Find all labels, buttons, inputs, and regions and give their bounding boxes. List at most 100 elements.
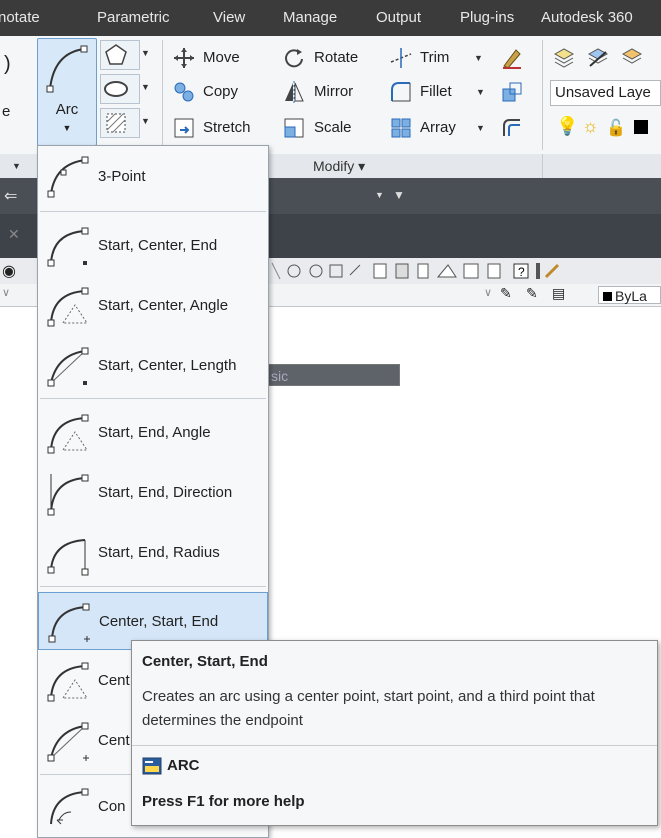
- array-button[interactable]: Array: [420, 118, 456, 138]
- layer-previous-icon[interactable]: ✎: [526, 285, 538, 302]
- mirror-button[interactable]: Mirror: [314, 82, 353, 102]
- arc-center-start-length-icon: [47, 722, 89, 762]
- trim-button[interactable]: Trim: [420, 48, 449, 68]
- tooltip-description: Creates an arc using a center point, sta…: [142, 688, 595, 729]
- polygon-dropdown-icon[interactable]: ▼: [141, 48, 150, 58]
- back-arrow-icon[interactable]: ⇐: [4, 186, 17, 206]
- layer-state-label: Unsaved Laye: [555, 84, 651, 101]
- fillet-button[interactable]: Fillet: [420, 82, 452, 102]
- tab-output[interactable]: Output: [376, 0, 421, 36]
- tooltip-help-hint: Press F1 for more help: [142, 793, 305, 810]
- tab-annotate[interactable]: notate: [0, 0, 40, 36]
- layer-state-icon[interactable]: [586, 46, 610, 70]
- arc-center-start-end-icon: [48, 603, 90, 643]
- arc-button-label: Arc: [55, 101, 79, 118]
- scale-button[interactable]: Scale: [314, 118, 352, 138]
- rotate-button[interactable]: Rotate: [314, 48, 358, 68]
- layer-color-swatch[interactable]: [634, 120, 648, 134]
- command-tooltip: Center, Start, End Creates an arc using …: [131, 640, 658, 826]
- hatch-dropdown-icon[interactable]: ▼: [141, 116, 150, 126]
- menu-item-start-end-direction[interactable]: Start, End, Direction: [38, 464, 268, 522]
- customize-toolbar-icon[interactable]: ▼: [393, 188, 405, 202]
- layer-state-dropdown[interactable]: Unsaved Laye: [550, 80, 661, 106]
- standard-toolbar-icons[interactable]: ?: [270, 261, 660, 281]
- tab-parametric[interactable]: Parametric: [97, 0, 170, 36]
- unlock-icon[interactable]: 🔓: [606, 118, 626, 138]
- menu-item-start-center-length[interactable]: Start, Center, Length: [38, 337, 268, 395]
- panel-divider: [542, 40, 543, 150]
- polygon-icon: [105, 44, 127, 65]
- hatch-icon: [106, 113, 126, 133]
- draw-panel-expand-icon[interactable]: ▼: [12, 161, 21, 171]
- copy-icon: [174, 82, 194, 102]
- tab-autodesk-360[interactable]: Autodesk 360: [541, 0, 633, 36]
- menu-item-start-center-end[interactable]: Start, Center, End: [38, 217, 268, 275]
- menu-item-label: Cent: [98, 672, 130, 689]
- color-bylayer-dropdown[interactable]: ByLa: [598, 286, 661, 304]
- ribbon-panel: ) e Arc ▼ ▼ ▼ ▼ Move Rotate Trim ▼ Copy …: [0, 36, 661, 155]
- layer-properties-icon[interactable]: [552, 46, 576, 70]
- menu-separator: [40, 586, 266, 587]
- modify-panel-title[interactable]: Modify ▾: [313, 154, 365, 178]
- menu-item-label: 3-Point: [98, 168, 146, 185]
- menu-item-label: Start, End, Angle: [98, 424, 211, 441]
- tab-plug-ins[interactable]: Plug-ins: [460, 0, 514, 36]
- polygon-button[interactable]: [100, 40, 140, 70]
- menu-item-label: Start, End, Direction: [98, 484, 233, 501]
- arc-start-end-angle-icon: [47, 414, 89, 454]
- layer-walk-icon[interactable]: ▤: [552, 285, 565, 302]
- layer-tool-icon[interactable]: ✎: [500, 285, 512, 302]
- sun-icon[interactable]: ☼: [582, 116, 599, 137]
- move-icon: [174, 48, 194, 68]
- close-tab-icon[interactable]: ✕: [8, 226, 20, 243]
- ellipse-dropdown-icon[interactable]: ▼: [141, 82, 150, 92]
- svg-text:?: ?: [518, 265, 525, 279]
- workspace-combo[interactable]: sic: [250, 364, 400, 386]
- erase-icon[interactable]: [500, 46, 524, 70]
- draw-fragment-label[interactable]: e: [2, 102, 10, 122]
- offset-icon[interactable]: [500, 116, 524, 140]
- menu-item-label: Con: [98, 798, 126, 815]
- arc-start-center-angle-icon: [47, 287, 89, 327]
- arc-continue-icon: [50, 788, 89, 825]
- arc-button[interactable]: Arc ▼: [37, 38, 97, 146]
- menu-item-label: Start, Center, Length: [98, 357, 237, 374]
- menu-item-3-point[interactable]: 3-Point: [38, 148, 268, 206]
- tooltip-command-name: ARC: [167, 757, 200, 774]
- trim-icon: [390, 48, 412, 68]
- menu-item-label: Cent: [98, 732, 130, 749]
- ellipse-button[interactable]: [100, 74, 140, 104]
- ellipse-icon: [104, 81, 128, 97]
- menu-item-start-center-angle[interactable]: Start, Center, Angle: [38, 277, 268, 335]
- draw-fragment-icon[interactable]: ): [4, 54, 11, 74]
- color-bylayer-label: ByLa: [615, 288, 647, 304]
- workspace-combo-label: sic: [271, 368, 289, 384]
- copy-button[interactable]: Copy: [203, 82, 238, 102]
- chevron-down-icon: ▼: [62, 123, 72, 133]
- bulb-icon[interactable]: 💡: [556, 116, 578, 137]
- color-swatch: [603, 292, 612, 301]
- arc-start-center-end-icon: [47, 227, 89, 267]
- tab-manage[interactable]: Manage: [283, 0, 337, 36]
- properties-dropdown-icon[interactable]: ∨: [2, 286, 10, 299]
- menu-item-start-end-radius[interactable]: Start, End, Radius: [38, 524, 268, 582]
- menu-item-start-end-angle[interactable]: Start, End, Angle: [38, 404, 268, 462]
- arc-start-end-direction-icon: [47, 474, 89, 516]
- tab-view[interactable]: View: [213, 0, 245, 36]
- arc-3-point-icon: [47, 156, 89, 198]
- array-dropdown-icon[interactable]: ▼: [476, 123, 485, 133]
- arc-start-end-radius-icon: [47, 539, 89, 576]
- fillet-dropdown-icon[interactable]: ▼: [476, 87, 485, 97]
- trim-dropdown-icon[interactable]: ▼: [474, 53, 483, 63]
- menu-separator: [40, 398, 266, 399]
- explode-icon[interactable]: [500, 80, 524, 104]
- layer-match-icon[interactable]: [620, 46, 644, 70]
- stretch-button[interactable]: Stretch: [203, 118, 251, 138]
- ribbon-tab-bar: notate Parametric View Manage Output Plu…: [0, 0, 661, 36]
- move-button[interactable]: Move: [203, 48, 240, 68]
- globe-icon[interactable]: ◉: [2, 261, 16, 281]
- hatch-button[interactable]: [100, 108, 140, 138]
- tooltip-separator: [132, 745, 657, 746]
- workspace-dropdown-icon[interactable]: ▼: [375, 190, 384, 200]
- layer-dropdown-icon[interactable]: ∨: [484, 286, 492, 299]
